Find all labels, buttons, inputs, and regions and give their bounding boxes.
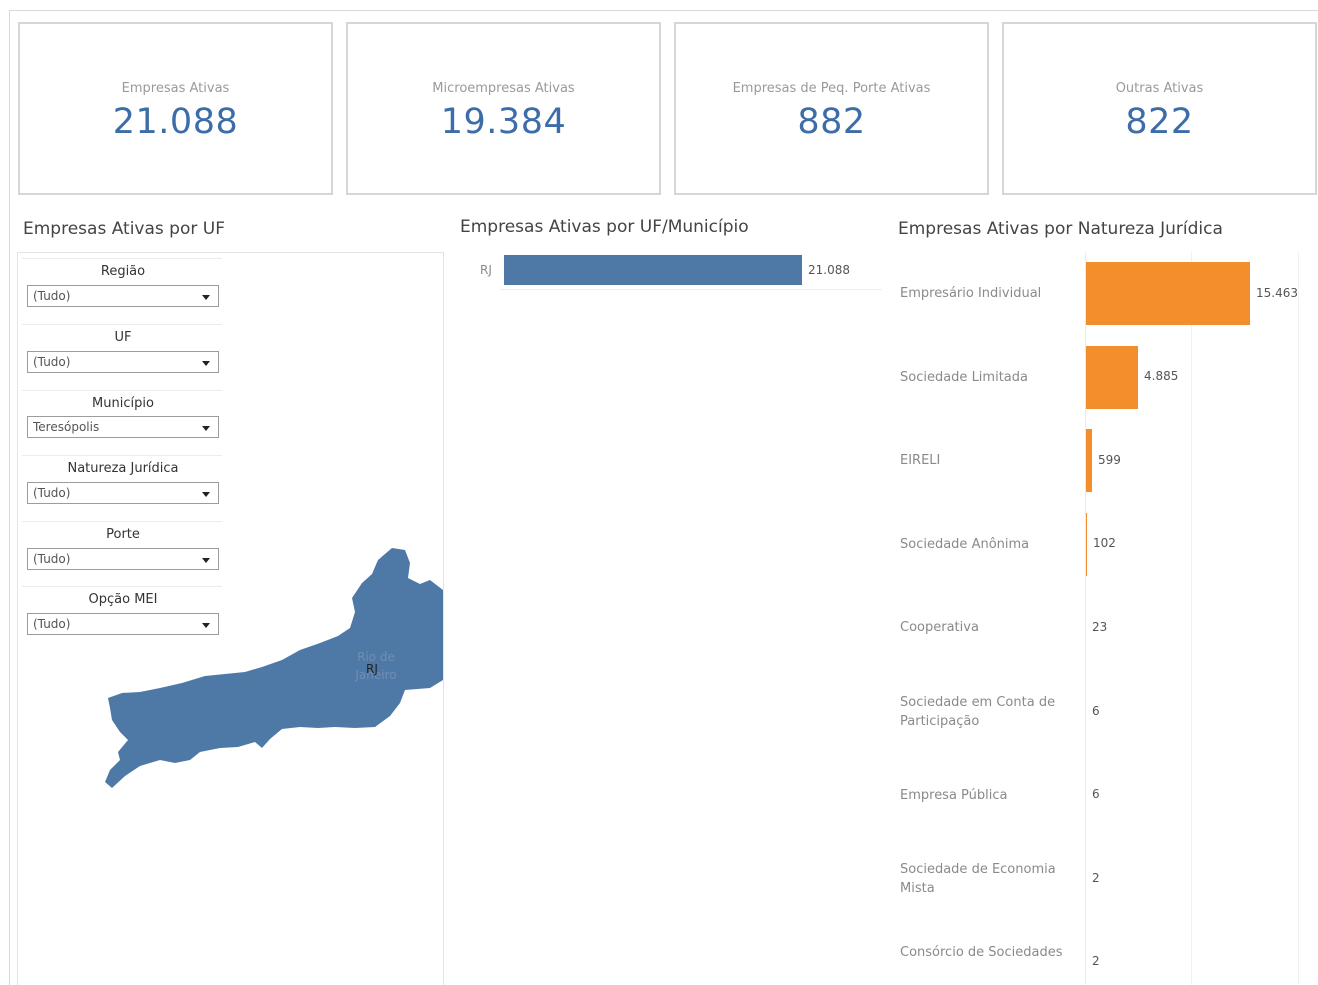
natureza-category-label: Empresário Individual (900, 286, 1042, 301)
filter-label-natureza: Natureza Jurídica (67, 461, 179, 476)
natureza-category-label: Sociedade Limitada (900, 370, 1028, 385)
natureza-bar[interactable] (1086, 429, 1092, 492)
natureza-bar-value: 6 (1092, 787, 1100, 801)
natureza-bar-value: 15.463 (1256, 286, 1298, 300)
natureza-category-label: Sociedade de Economia Mista (900, 862, 1056, 896)
natureza-bar-value: 23 (1092, 620, 1108, 634)
filter-select-regiao[interactable]: (Tudo) (27, 285, 219, 307)
natureza-category-label: Sociedade Anônima (900, 537, 1030, 552)
natureza-bar[interactable] (1086, 513, 1087, 576)
natureza-bar-value: 599 (1098, 453, 1121, 467)
map-state-code: RJ (366, 662, 378, 676)
filter-divider (22, 586, 222, 587)
natureza-category-label: Consórcio de Sociedades (900, 945, 1063, 960)
filter-label-uf: UF (114, 330, 132, 345)
municipio-category-label: RJ (480, 263, 492, 277)
natureza-category-label: Sociedade em Conta de Participação (900, 695, 1056, 729)
filter-select-uf[interactable]: (Tudo) (27, 351, 219, 373)
filter-divider (22, 258, 222, 259)
chevron-down-icon (202, 426, 210, 431)
natureza-category-label: Cooperativa (900, 620, 979, 635)
natureza-category-label: EIRELI (900, 453, 941, 468)
municipio-bar[interactable] (504, 255, 802, 285)
filter-divider (22, 521, 222, 522)
filter-select-natureza[interactable]: (Tudo) (27, 482, 219, 504)
natureza-gridline (1191, 252, 1192, 985)
filter-value: (Tudo) (33, 289, 71, 303)
filter-label-municipio: Município (92, 396, 154, 411)
natureza-bar-value: 2 (1092, 954, 1100, 968)
natureza-bar-value: 2 (1092, 871, 1100, 885)
filter-label-porte: Porte (106, 527, 140, 542)
filter-value: (Tudo) (33, 552, 71, 566)
natureza-bar-value: 6 (1092, 704, 1100, 718)
filter-label-opcao-mei: Opção MEI (88, 592, 158, 607)
chevron-down-icon (202, 623, 210, 628)
filter-divider (22, 324, 222, 325)
filter-value: (Tudo) (33, 355, 71, 369)
filter-select-porte[interactable]: (Tudo) (27, 548, 219, 570)
filter-select-municipio[interactable]: Teresópolis (27, 416, 219, 438)
municipio-axis-line (500, 289, 882, 290)
natureza-bar[interactable] (1086, 346, 1138, 409)
filter-value: (Tudo) (33, 617, 71, 631)
filter-divider (22, 455, 222, 456)
filter-value: Teresópolis (33, 420, 100, 434)
chevron-down-icon (202, 492, 210, 497)
natureza-bar-value: 102 (1093, 536, 1116, 550)
chevron-down-icon (202, 295, 210, 300)
natureza-category-label: Empresa Pública (900, 788, 1008, 803)
filter-divider (22, 390, 222, 391)
filter-label-regiao: Região (100, 264, 146, 279)
chevron-down-icon (202, 558, 210, 563)
municipio-bar-value: 21.088 (808, 263, 850, 277)
natureza-bar[interactable] (1086, 262, 1250, 325)
filter-select-opcao-mei[interactable]: (Tudo) (27, 613, 219, 635)
natureza-gridline (1298, 252, 1299, 985)
filter-value: (Tudo) (33, 486, 71, 500)
chevron-down-icon (202, 361, 210, 366)
natureza-bar-value: 4.885 (1144, 369, 1179, 383)
